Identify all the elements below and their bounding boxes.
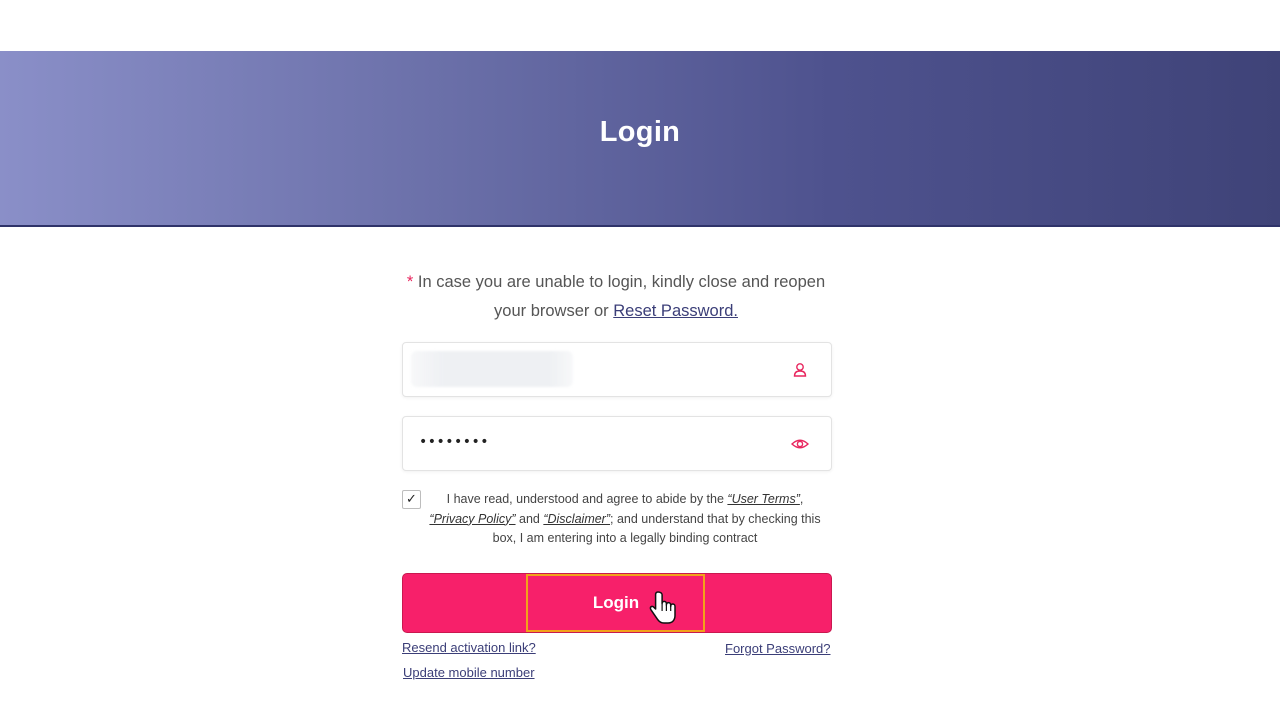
update-mobile-link[interactable]: Update mobile number: [403, 665, 535, 680]
reset-password-link[interactable]: Reset Password.: [613, 302, 738, 320]
eye-icon[interactable]: [791, 435, 809, 453]
page-banner: Login: [0, 51, 1280, 227]
login-button[interactable]: Login: [402, 573, 832, 633]
forgot-password-link[interactable]: Forgot Password?: [725, 641, 831, 656]
terms-text: I have read, understood and agree to abi…: [424, 490, 826, 549]
login-notice: * In case you are unable to login, kindl…: [400, 268, 832, 326]
privacy-policy-link[interactable]: “Privacy Policy”: [429, 512, 515, 526]
terms-and: and: [515, 511, 544, 526]
terms-comma: ,: [799, 492, 804, 506]
resend-activation-link[interactable]: Resend activation link?: [402, 640, 536, 655]
hand-cursor-icon: [649, 591, 676, 624]
user-icon: [793, 363, 807, 377]
page-title: Login: [599, 115, 681, 148]
password-field[interactable]: ••••••••: [402, 416, 832, 471]
disclaimer-link[interactable]: “Disclaimer”: [543, 512, 610, 526]
username-value-redacted: [411, 351, 573, 387]
password-value: ••••••••: [419, 434, 490, 450]
user-terms-link[interactable]: “User Terms”: [727, 492, 799, 506]
terms-prefix: I have read, understood and agree to abi…: [446, 492, 728, 506]
login-button-label: Login: [592, 592, 640, 612]
username-field[interactable]: [402, 342, 832, 397]
terms-checkbox[interactable]: ✓: [402, 490, 421, 509]
